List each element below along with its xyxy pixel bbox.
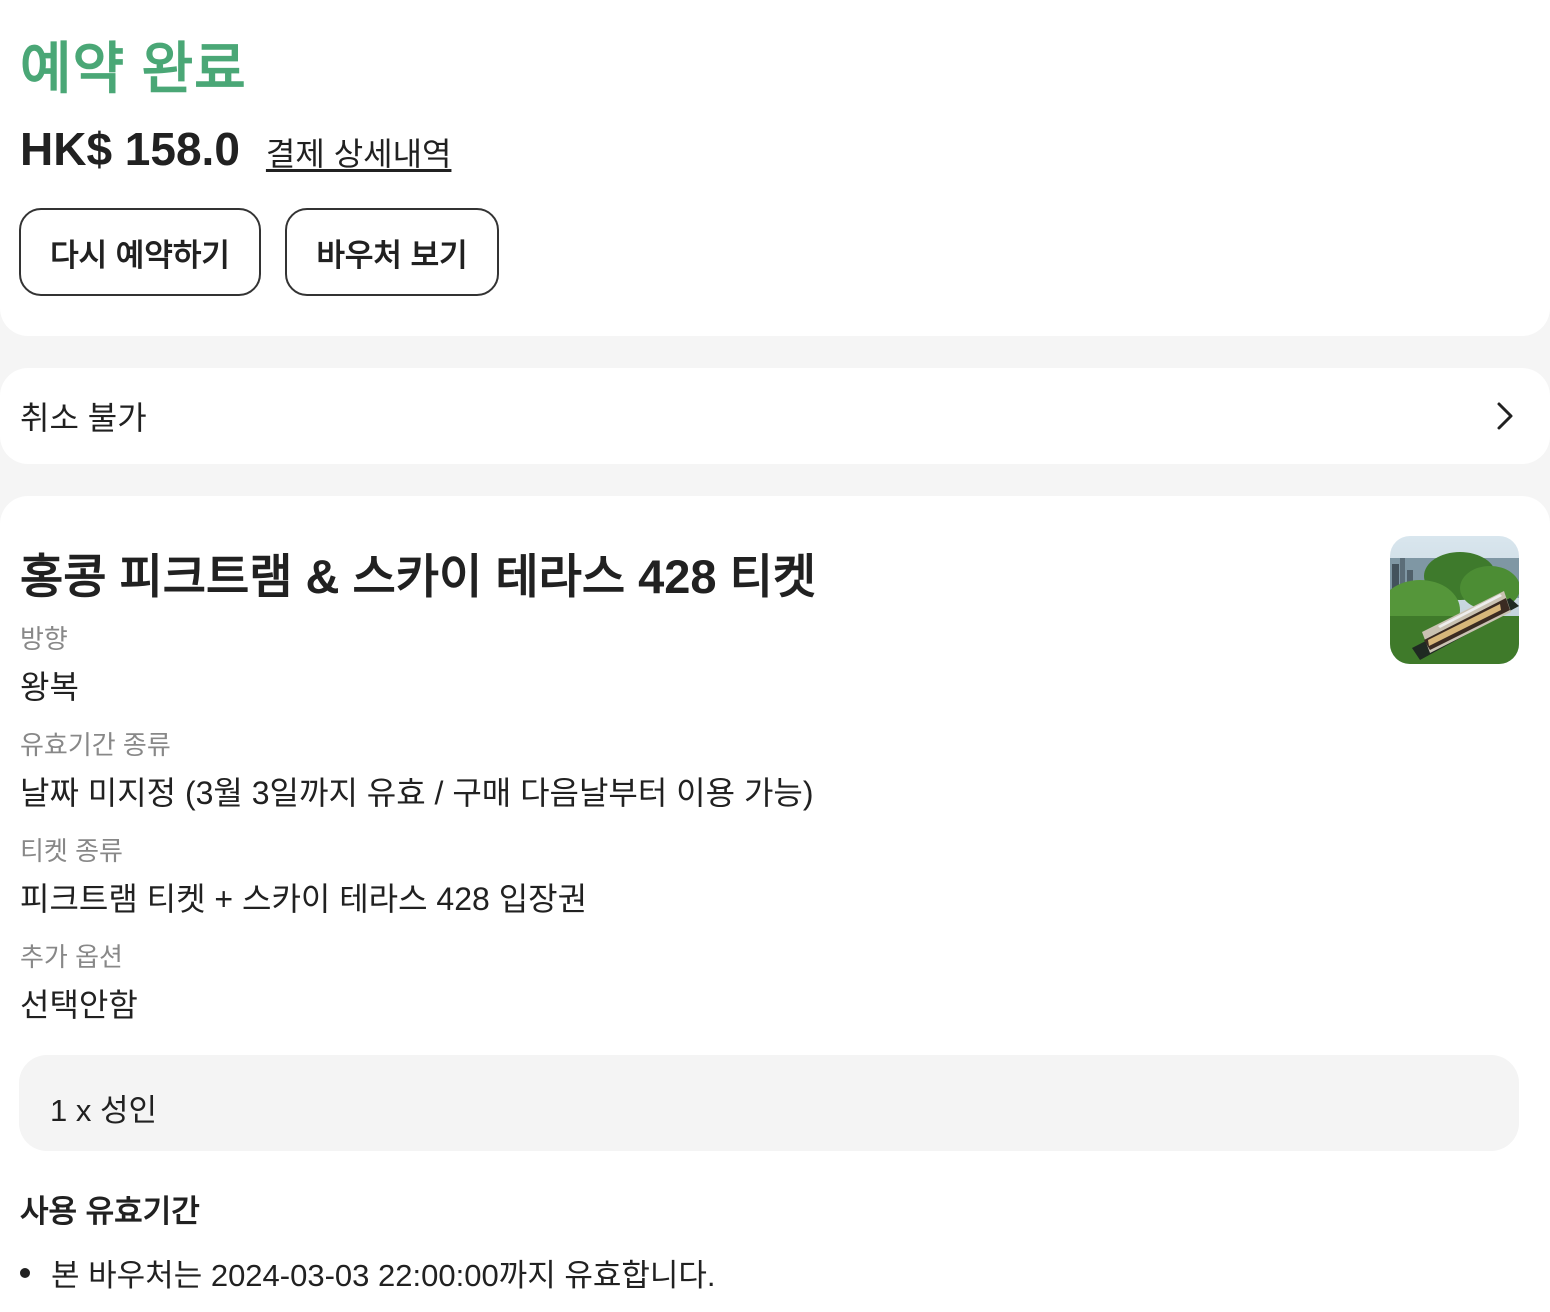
field-value-validity-type: 날짜 미지정 (3월 3일까지 유효 / 구매 다음날부터 이용 가능): [20, 775, 814, 811]
field-value-ticket-type: 피크트램 티켓 + 스카이 테라스 428 입장권: [20, 881, 588, 917]
rebook-button[interactable]: 다시 예약하기: [19, 208, 261, 296]
chevron-right-icon: [1497, 402, 1513, 430]
payment-details-link[interactable]: 결제 상세내역: [266, 129, 452, 175]
cancellation-policy-row[interactable]: 취소 불가: [0, 368, 1550, 464]
field-label-validity-type: 유효기간 종류: [20, 730, 171, 760]
bullet-icon: [20, 1267, 30, 1278]
validity-heading: 사용 유효기간: [20, 1194, 200, 1229]
peak-tram-photo: [1390, 536, 1519, 664]
total-price: HK$ 158.0: [20, 123, 240, 175]
cancellation-policy-label: 취소 불가: [20, 400, 147, 436]
field-label-extra-options: 추가 옵션: [20, 942, 123, 972]
field-value-direction: 왕복: [20, 669, 79, 705]
booking-status-card: 예약 완료 HK$ 158.0 결제 상세내역 다시 예약하기 바우처 보기: [0, 0, 1550, 336]
view-voucher-button[interactable]: 바우처 보기: [285, 208, 499, 296]
field-label-ticket-type: 티켓 종류: [20, 836, 123, 866]
validity-text: 본 바우처는 2024-03-03 22:00:00까지 유효합니다.: [51, 1258, 716, 1293]
list-item: 본 바우처는 2024-03-03 22:00:00까지 유효합니다.: [20, 1250, 716, 1295]
booking-status-title: 예약 완료: [20, 37, 247, 100]
field-value-extra-options: 선택안함: [20, 987, 138, 1023]
product-title: 홍콩 피크트램 & 스카이 테라스 428 티켓: [20, 550, 817, 603]
quantity-text: 1 x 성인: [50, 1093, 158, 1128]
field-label-direction: 방향: [20, 624, 68, 654]
price-row: HK$ 158.0 결제 상세내역: [20, 122, 451, 176]
product-thumbnail: [1390, 536, 1519, 664]
quantity-summary: 1 x 성인: [19, 1055, 1519, 1151]
